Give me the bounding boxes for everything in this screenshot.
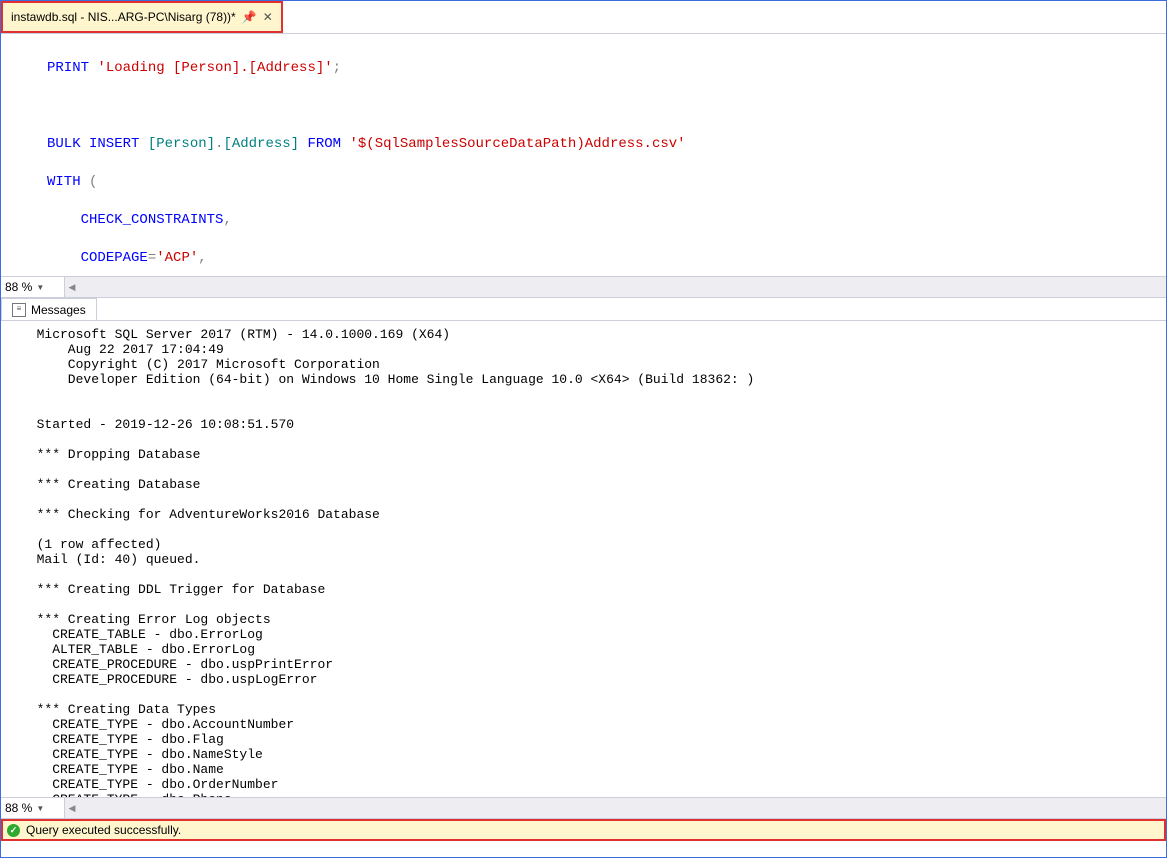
pin-icon[interactable]: 📌	[242, 10, 257, 24]
chevron-down-icon: ▼	[36, 283, 44, 292]
success-icon: ✓	[7, 824, 20, 837]
messages-icon: ≡	[12, 303, 26, 317]
tab-bar: instawdb.sql - NIS...ARG-PC\Nisarg (78))…	[1, 1, 1166, 34]
zoom-value-lower: 88 %	[5, 801, 32, 815]
zoom-select[interactable]: 88 % ▼	[1, 277, 65, 297]
code-line: BULK INSERT [Person].[Address] FROM '$(S…	[5, 135, 1166, 154]
status-text: Query executed successfully.	[26, 823, 181, 837]
code-line	[5, 97, 1166, 116]
results-tabs: ≡ Messages	[1, 298, 1166, 321]
code-line: CODEPAGE='ACP',	[5, 249, 1166, 268]
code-line: PRINT 'Loading [Person].[Address]';	[5, 59, 1166, 78]
scroll-left-icon[interactable]: ◀	[65, 282, 79, 293]
messages-tab-label: Messages	[31, 303, 86, 317]
editor-status-bar: 88 % ▼ ◀	[1, 276, 1166, 298]
sql-editor[interactable]: PRINT 'Loading [Person].[Address]'; BULK…	[1, 34, 1166, 276]
zoom-value: 88 %	[5, 280, 32, 294]
close-icon[interactable]: ✕	[263, 10, 273, 24]
code-line: CHECK_CONSTRAINTS,	[5, 211, 1166, 230]
tab-title: instawdb.sql - NIS...ARG-PC\Nisarg (78))…	[11, 10, 236, 24]
messages-tab[interactable]: ≡ Messages	[1, 298, 97, 320]
messages-text: Microsoft SQL Server 2017 (RTM) - 14.0.1…	[21, 327, 754, 797]
code-line: WITH (	[5, 173, 1166, 192]
chevron-down-icon: ▼	[36, 804, 44, 813]
file-tab[interactable]: instawdb.sql - NIS...ARG-PC\Nisarg (78))…	[1, 1, 283, 33]
messages-output[interactable]: Microsoft SQL Server 2017 (RTM) - 14.0.1…	[1, 321, 1166, 797]
query-status-bar: ✓ Query executed successfully.	[1, 819, 1166, 841]
results-status-bar: 88 % ▼ ◀	[1, 797, 1166, 819]
scroll-left-icon[interactable]: ◀	[65, 803, 79, 814]
zoom-select-lower[interactable]: 88 % ▼	[1, 798, 65, 818]
